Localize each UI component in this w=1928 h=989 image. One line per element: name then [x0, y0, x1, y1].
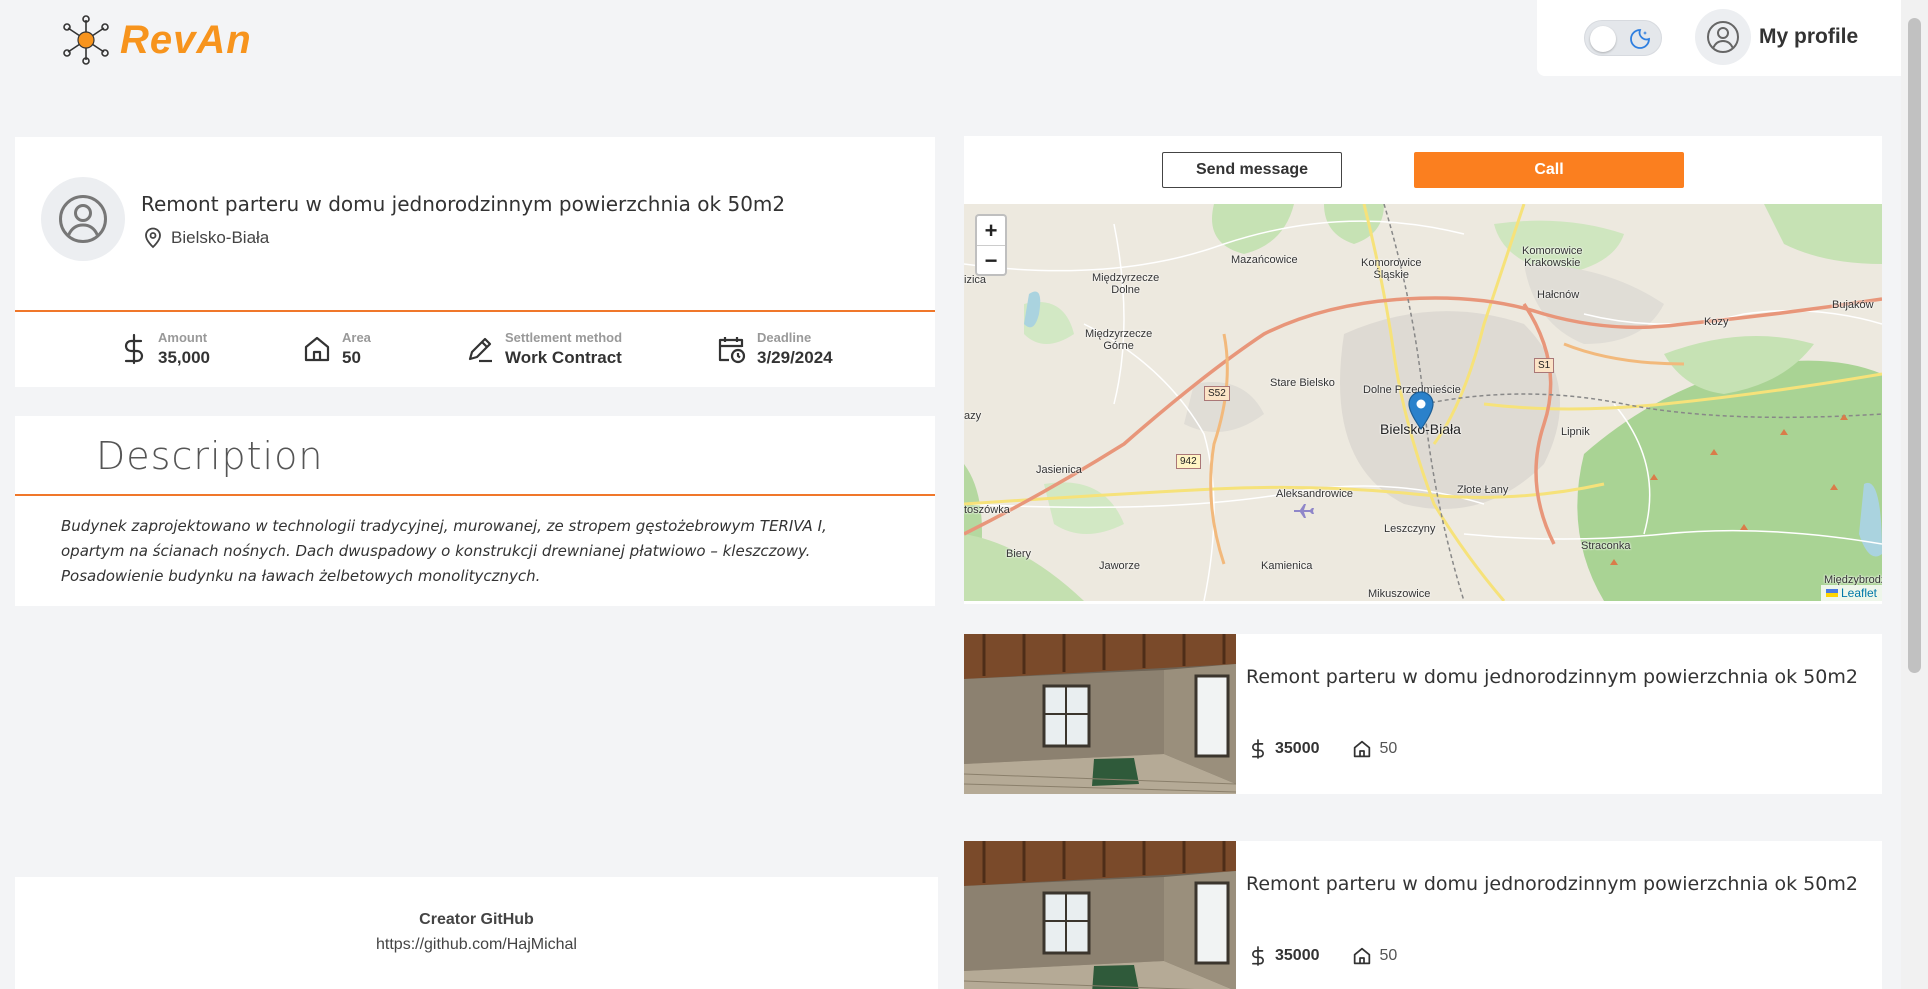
- road-sign: 942: [1176, 454, 1201, 469]
- map-label: Złote Łany: [1457, 484, 1509, 496]
- stat-settlement-label: Settlement method: [505, 330, 623, 345]
- my-profile-label: My profile: [1759, 25, 1859, 48]
- zoom-in-button[interactable]: +: [977, 216, 1005, 245]
- home-icon: [1353, 947, 1370, 965]
- stat-deadline-label: Deadline: [757, 330, 812, 345]
- map-label: Kamienica: [1261, 560, 1313, 572]
- map-attribution[interactable]: Leaflet: [1820, 585, 1882, 601]
- description-text: Budynek zaprojektowano w technologii tra…: [61, 517, 827, 585]
- owner-avatar-icon: [41, 177, 125, 261]
- theme-toggle[interactable]: [1584, 20, 1662, 56]
- zoom-controls: + −: [975, 214, 1007, 276]
- footer-title: Creator GitHub: [419, 911, 534, 928]
- contact-card: Send message Call Mazańcowice Komorowice…: [964, 136, 1882, 604]
- listing-title[interactable]: Remont parteru w domu jednorodzinnym pow…: [1246, 666, 1858, 688]
- location-label: Bielsko-Biała: [171, 228, 270, 247]
- road-sign: S1: [1534, 358, 1555, 373]
- footer: Creator GitHub https://github.com/HajMic…: [15, 877, 938, 989]
- network-logo-icon: [63, 15, 109, 65]
- listing-photo: [964, 634, 1236, 794]
- zoom-out-button[interactable]: −: [977, 245, 1005, 274]
- map-label: Kozy: [1704, 316, 1729, 328]
- dollar-icon: [1252, 946, 1264, 966]
- stat-amount: Amount 35,000: [120, 330, 210, 368]
- calendar-clock-icon: [718, 337, 746, 364]
- pencil-icon: [468, 337, 492, 363]
- listing-amount: 35000: [1275, 947, 1320, 964]
- map-label: Leszczyny: [1384, 523, 1436, 535]
- stat-area-label: Area: [342, 330, 371, 345]
- map-label: Mikuszowice: [1368, 588, 1431, 600]
- listing-meta: 35000 50: [1249, 738, 1397, 760]
- my-profile-button[interactable]: My profile: [1695, 9, 1858, 65]
- listing-area: 50: [1379, 947, 1398, 964]
- github-link[interactable]: https://github.com/HajMichal: [15, 936, 938, 954]
- listing-title[interactable]: Remont parteru w domu jednorodzinnym pow…: [1246, 873, 1858, 895]
- map-label: azy: [964, 410, 982, 422]
- map-label: Międzyrzecze Dolne: [1092, 272, 1160, 296]
- user-avatar-icon: [1695, 9, 1751, 65]
- map-label: Międzyrzecze Górne: [1085, 328, 1153, 352]
- map-label: Hałcnów: [1537, 289, 1580, 301]
- map-label: Lipnik: [1561, 426, 1590, 438]
- description-card: Description Budynek zaprojektowano w tec…: [15, 416, 935, 606]
- logo[interactable]: RevAn: [60, 14, 252, 66]
- stat-deadline-value: 3/29/2024: [757, 348, 833, 367]
- divider: [15, 310, 935, 312]
- map-label: Straconka: [1581, 540, 1631, 552]
- map-pin-icon: [145, 227, 161, 249]
- offer-title: Remont parteru w domu jednorodzinnym pow…: [141, 192, 786, 216]
- description-heading: Description: [96, 434, 324, 478]
- listing-meta: 35000 50: [1249, 945, 1397, 967]
- attribution-label[interactable]: Leaflet: [1841, 586, 1877, 600]
- map-label: Bujaków: [1832, 299, 1874, 311]
- brand-name: RevAn: [120, 17, 252, 62]
- offer-summary-card: Remont parteru w domu jednorodzinnym pow…: [15, 137, 935, 387]
- stat-amount-label: Amount: [158, 330, 208, 345]
- stat-amount-value: 35,000: [158, 348, 210, 367]
- map-label: Jasienica: [1036, 464, 1082, 476]
- scrollbar-thumb[interactable]: [1908, 18, 1921, 673]
- map-label: Stare Bielsko: [1270, 377, 1335, 389]
- map-label: toszówka: [964, 504, 1010, 516]
- page-scrollbar[interactable]: [1901, 0, 1928, 989]
- send-message-button[interactable]: Send message: [1162, 152, 1342, 188]
- listing-amount: 35000: [1275, 740, 1320, 757]
- listing-card[interactable]: Remont parteru w domu jednorodzinnym pow…: [964, 841, 1882, 989]
- listing-area: 50: [1379, 740, 1398, 757]
- divider: [15, 494, 935, 496]
- stat-deadline: Deadline 3/29/2024: [715, 330, 833, 368]
- stat-settlement-value: Work Contract: [505, 348, 622, 367]
- stat-settlement: Settlement method Work Contract: [465, 330, 622, 368]
- call-button[interactable]: Call: [1414, 152, 1684, 188]
- map-label: Komorowice Krakowskie: [1522, 245, 1583, 269]
- listing-card[interactable]: Remont parteru w domu jednorodzinnym pow…: [964, 634, 1882, 794]
- map-label: Jaworze: [1099, 560, 1140, 572]
- offer-location: Bielsko-Biała: [143, 227, 269, 249]
- dollar-icon: [124, 333, 144, 365]
- map-label: Biery: [1006, 548, 1032, 560]
- road-sign: S52: [1204, 386, 1230, 401]
- home-icon: [1353, 740, 1370, 758]
- toggle-knob: [1590, 26, 1616, 52]
- home-icon: [304, 336, 330, 362]
- offer-stats: Amount 35,000 Area 50 Settlement method Wor…: [15, 317, 935, 387]
- moon-icon: [1630, 29, 1650, 49]
- map-label: Aleksandrowice: [1276, 488, 1354, 500]
- ukraine-flag-icon: [1825, 589, 1838, 597]
- map-label: Komorowice Śląskie: [1361, 257, 1422, 281]
- listing-photo: [964, 841, 1236, 989]
- stat-area-value: 50: [342, 348, 361, 367]
- header-controls: My profile: [1537, 0, 1903, 76]
- dollar-icon: [1252, 739, 1264, 759]
- location-map[interactable]: Mazańcowice Komorowice Śląskie Komorowic…: [964, 204, 1882, 601]
- map-label: Mazańcowice: [1231, 254, 1298, 266]
- stat-area: Area 50: [302, 330, 371, 368]
- map-marker-icon[interactable]: [1408, 391, 1434, 431]
